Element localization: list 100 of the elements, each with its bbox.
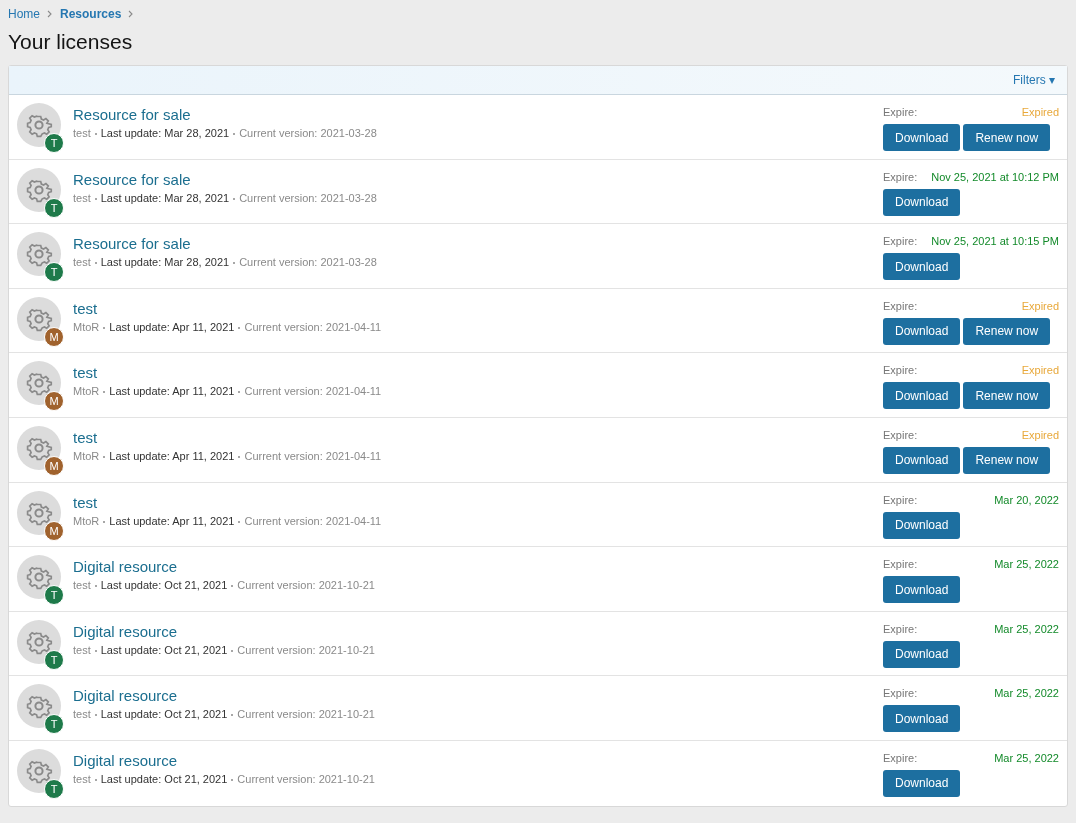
current-version: Current version: 2021-03-28 — [239, 256, 377, 269]
expire-status: Nov 25, 2021 at 10:12 PM — [931, 170, 1059, 185]
gear-icon — [17, 232, 61, 277]
expire-label: Expire: — [883, 622, 918, 637]
last-update: Last update: Oct 21, 2021 — [100, 579, 228, 592]
author-name: test — [73, 127, 91, 139]
expire-label: Expire: — [883, 364, 918, 379]
user-badge: M — [44, 391, 64, 412]
author-name: test — [73, 256, 91, 269]
chevron-icon — [128, 10, 135, 18]
download-button[interactable]: Download — [883, 705, 961, 733]
expire-label: Expire: — [883, 428, 918, 443]
author-name: test — [73, 708, 91, 721]
gear-icon — [17, 425, 61, 470]
last-update: Last update: Mar 28, 2021 — [100, 127, 230, 139]
renew-button[interactable]: Renew now — [963, 446, 1051, 474]
author-name: MtoR — [73, 514, 100, 527]
resource-title-link[interactable]: Digital resource — [73, 622, 178, 640]
renew-button[interactable]: Renew now — [963, 382, 1051, 410]
author-name: test — [73, 643, 91, 656]
download-button[interactable]: Download — [883, 253, 961, 281]
download-button[interactable]: Download — [883, 317, 961, 345]
user-badge: T — [44, 585, 64, 606]
resource-title-link[interactable]: test — [73, 364, 98, 382]
current-version: Current version: 2021-03-28 — [239, 191, 377, 204]
resource-title-link[interactable]: Digital resource — [73, 558, 178, 576]
expire-label: Expire: — [883, 751, 918, 766]
renew-button[interactable]: Renew now — [963, 317, 1051, 345]
breadcrumb-link[interactable]: Resources — [60, 7, 122, 21]
expire-status: Mar 25, 2022 — [994, 558, 1059, 573]
last-update: Last update: Oct 21, 2021 — [100, 772, 228, 785]
download-button[interactable]: Download — [883, 382, 961, 410]
download-button[interactable]: Download — [883, 124, 961, 151]
renew-button[interactable]: Renew now — [963, 124, 1051, 151]
chevron-icon — [47, 10, 53, 18]
current-version: Current version: 2021-04-11 — [244, 320, 382, 333]
last-update: Last update: Oct 21, 2021 — [100, 708, 228, 721]
breadcrumb-link[interactable]: Home — [8, 7, 40, 21]
current-version: Current version: 2021-04-11 — [244, 514, 382, 527]
resource-title-link[interactable]: Resource for sale — [73, 235, 191, 253]
filters-button[interactable]: Filters ▾ — [1013, 73, 1055, 87]
resource-title-link[interactable]: Digital resource — [73, 751, 178, 769]
last-update: Last update: Apr 11, 2021 — [109, 385, 235, 398]
user-badge: T — [44, 262, 64, 283]
user-badge: T — [44, 133, 64, 153]
resource-title-link[interactable]: Resource for sale — [73, 106, 191, 123]
gear-icon — [17, 619, 61, 664]
gear-icon — [17, 490, 61, 535]
user-badge: T — [44, 714, 64, 735]
expire-label: Expire: — [883, 558, 918, 573]
author-name: test — [73, 191, 91, 204]
expire-status: Nov 25, 2021 at 10:15 PM — [931, 235, 1059, 250]
resource-title-link[interactable]: Resource for sale — [73, 170, 191, 188]
current-version: Current version: 2021-10-21 — [237, 643, 375, 656]
current-version: Current version: 2021-10-21 — [237, 772, 375, 785]
last-update: Last update: Apr 11, 2021 — [109, 449, 235, 462]
download-button[interactable]: Download — [883, 188, 961, 216]
page-title: Your licenses — [8, 30, 134, 54]
last-update: Last update: Apr 11, 2021 — [109, 514, 235, 527]
download-button[interactable]: Download — [883, 511, 961, 539]
expire-status: Mar 25, 2022 — [994, 687, 1059, 702]
expire-status: Mar 25, 2022 — [994, 751, 1059, 766]
author-name: MtoR — [73, 320, 100, 333]
expire-status: Expired — [1021, 428, 1059, 443]
gear-icon — [17, 684, 61, 729]
author-name: MtoR — [73, 449, 100, 462]
current-version: Current version: 2021-03-28 — [239, 127, 377, 139]
download-button[interactable]: Download — [883, 769, 961, 797]
resource-title-link[interactable]: test — [73, 493, 98, 511]
resource-title-link[interactable]: test — [73, 299, 98, 317]
gear-icon — [17, 296, 61, 341]
last-update: Last update: Apr 11, 2021 — [109, 320, 235, 333]
resource-title-link[interactable]: Digital resource — [73, 687, 178, 705]
expire-label: Expire: — [883, 299, 918, 314]
expire-label: Expire: — [883, 687, 918, 702]
expire-status: Expired — [1021, 106, 1059, 120]
expire-label: Expire: — [883, 493, 918, 508]
gear-icon — [17, 748, 61, 793]
gear-icon — [17, 361, 61, 406]
author-name: MtoR — [73, 385, 100, 398]
resource-title-link[interactable]: test — [73, 428, 98, 446]
author-name: test — [73, 772, 91, 785]
gear-icon — [17, 555, 61, 600]
last-update: Last update: Mar 28, 2021 — [100, 256, 230, 269]
last-update: Last update: Oct 21, 2021 — [100, 643, 228, 656]
author-name: test — [73, 579, 91, 592]
download-button[interactable]: Download — [883, 446, 961, 474]
download-button[interactable]: Download — [883, 640, 961, 668]
gear-icon — [17, 103, 61, 147]
expire-status: Expired — [1021, 364, 1059, 379]
expire-label: Expire: — [883, 106, 918, 120]
current-version: Current version: 2021-04-11 — [244, 449, 382, 462]
current-version: Current version: 2021-10-21 — [237, 708, 375, 721]
current-version: Current version: 2021-04-11 — [244, 385, 382, 398]
expire-status: Mar 20, 2022 — [994, 493, 1059, 508]
gear-icon — [17, 167, 61, 212]
expire-status: Expired — [1021, 299, 1059, 314]
expire-label: Expire: — [883, 170, 918, 185]
current-version: Current version: 2021-10-21 — [237, 579, 375, 592]
download-button[interactable]: Download — [883, 576, 961, 604]
